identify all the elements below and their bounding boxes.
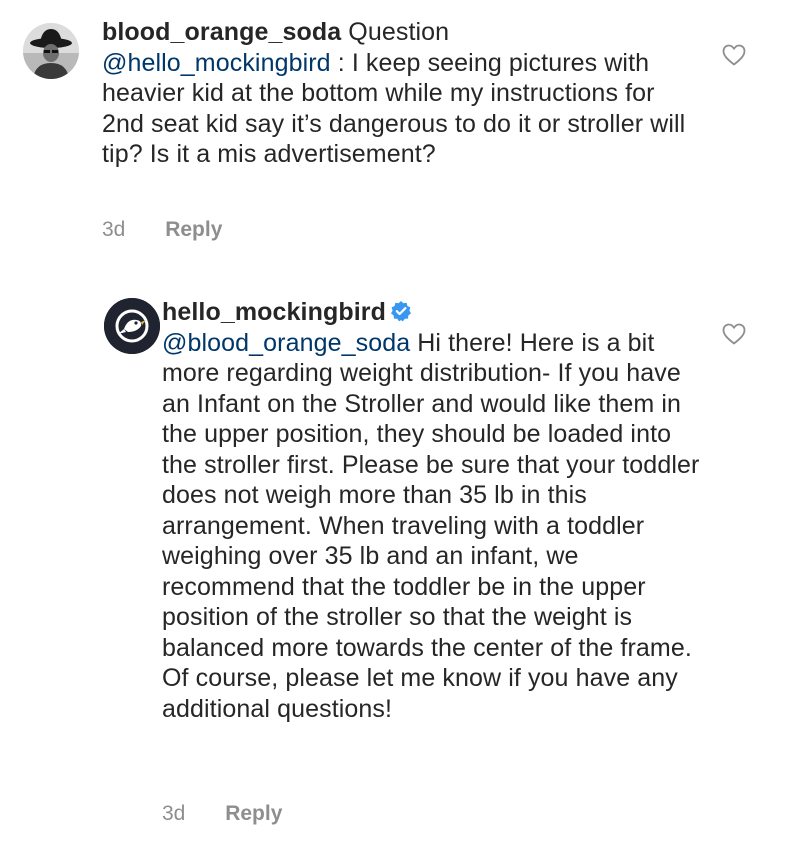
cowboy-hat-person-icon	[23, 23, 79, 79]
verified-badge-icon	[390, 299, 412, 322]
heart-outline-icon	[722, 44, 746, 66]
avatar[interactable]	[23, 23, 79, 79]
like-button[interactable]	[722, 44, 746, 66]
comment-meta: 3d Reply	[162, 802, 282, 826]
comment-mention[interactable]: @hello_mockingbird	[102, 49, 331, 77]
reply-button[interactable]: Reply	[225, 802, 282, 825]
comment-username[interactable]: hello_mockingbird	[162, 298, 386, 326]
like-button[interactable]	[722, 323, 746, 345]
reply-button[interactable]: Reply	[165, 218, 222, 241]
heart-outline-icon	[722, 323, 746, 345]
comment-meta: 3d Reply	[102, 218, 222, 242]
comment-timestamp: 3d	[102, 218, 126, 241]
comment-tag: Question	[348, 18, 450, 46]
mockingbird-logo-icon	[104, 298, 160, 354]
comment-timestamp: 3d	[162, 802, 186, 825]
avatar[interactable]	[104, 298, 160, 354]
comment-text: Hi there! Here is a bit more regarding w…	[162, 328, 700, 723]
comment-username[interactable]: blood_orange_soda	[102, 18, 341, 46]
comment-body: hello_mockingbird @blood_orange_soda Hi …	[162, 297, 707, 724]
comment-mention[interactable]: @blood_orange_soda	[162, 329, 410, 357]
comment-body: blood_orange_soda Question @hello_mockin…	[102, 17, 702, 170]
